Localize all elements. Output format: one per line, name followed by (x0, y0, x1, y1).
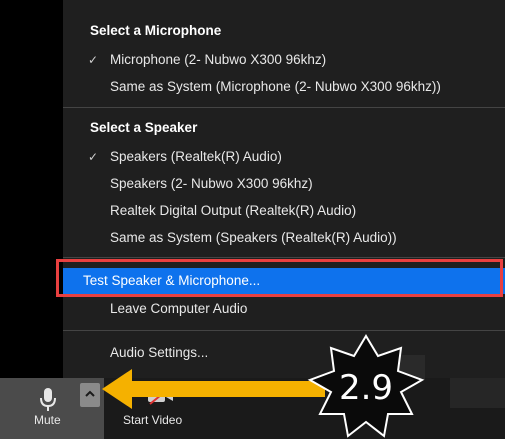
speaker-item-same-as-system[interactable]: Same as System (Speakers (Realtek(R) Aud… (63, 226, 505, 250)
speaker-item-label: Same as System (Speakers (Realtek(R) Aud… (110, 230, 397, 245)
audio-options-button[interactable] (80, 383, 100, 407)
start-video-label: Start Video (123, 413, 183, 427)
mic-section-title: Select a Microphone (90, 23, 222, 38)
mic-item-label: Microphone (2- Nubwo X300 96khz) (110, 52, 327, 67)
divider (63, 257, 505, 258)
speaker-item-label: Speakers (Realtek(R) Audio) (110, 149, 282, 164)
mic-item-label: Same as System (Microphone (2- Nubwo X30… (110, 79, 441, 94)
check-icon: ✓ (88, 53, 99, 67)
speaker-item-label: Speakers (2- Nubwo X300 96khz) (110, 176, 313, 191)
settings-label: Audio Settings... (110, 345, 209, 360)
chevron-up-icon (85, 390, 95, 397)
microphone-icon (40, 388, 56, 411)
divider (63, 107, 505, 108)
arrow-annotation (102, 369, 325, 409)
speaker-item-nubwo[interactable]: Speakers (2- Nubwo X300 96khz) (63, 172, 505, 196)
speaker-section-title: Select a Speaker (90, 120, 198, 135)
audio-menu: Select a Microphone ✓ Microphone (2- Nub… (63, 0, 505, 378)
divider (63, 330, 505, 331)
leave-computer-audio-item[interactable]: Leave Computer Audio (63, 297, 505, 321)
audio-settings-item[interactable]: Audio Settings... (63, 341, 505, 365)
mute-label: Mute (34, 413, 61, 427)
step-badge-text: 2.9 (338, 368, 394, 408)
speaker-item-digital-output[interactable]: Realtek Digital Output (Realtek(R) Audio… (63, 199, 505, 223)
mic-item-same-as-system[interactable]: Same as System (Microphone (2- Nubwo X30… (63, 75, 505, 99)
speaker-item-realtek[interactable]: ✓ Speakers (Realtek(R) Audio) (63, 145, 505, 169)
mic-item-nubwo[interactable]: ✓ Microphone (2- Nubwo X300 96khz) (63, 48, 505, 72)
leave-label: Leave Computer Audio (110, 301, 248, 316)
toolbar-element (450, 378, 505, 408)
speaker-item-label: Realtek Digital Output (Realtek(R) Audio… (110, 203, 357, 218)
highlight-box (56, 259, 503, 297)
check-icon: ✓ (88, 150, 99, 164)
